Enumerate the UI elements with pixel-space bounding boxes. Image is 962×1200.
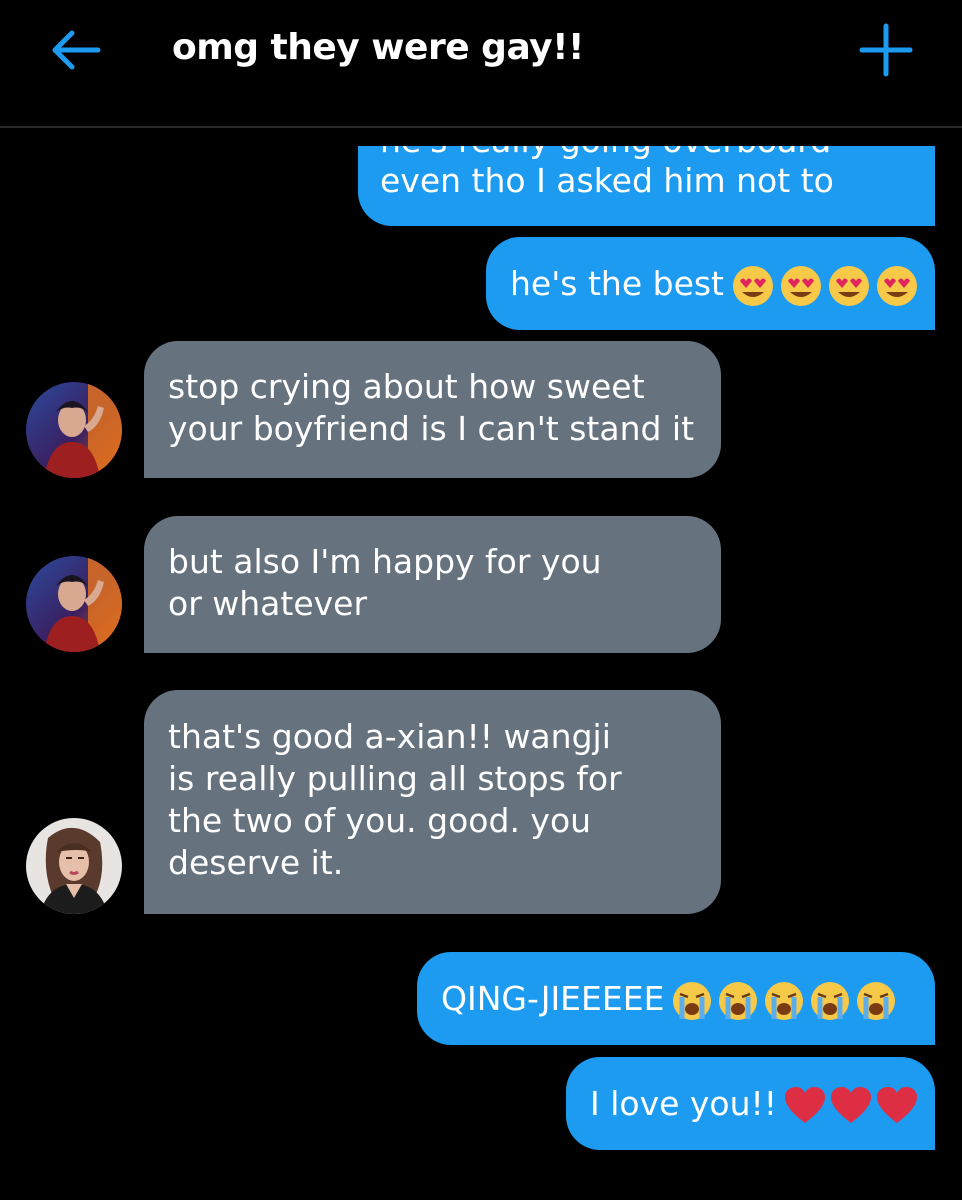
red-heart-emoji: [877, 1086, 917, 1123]
message-list[interactable]: he's really going overboard even tho I a…: [0, 128, 962, 1200]
loudly-crying-emoji: [719, 981, 758, 1020]
conversation-header: omg they were gay!!: [0, 0, 962, 128]
message-bubble-received[interactable]: that's good a-xian!! wangji is really pu…: [144, 690, 721, 914]
loudly-crying-emoji: [673, 981, 712, 1020]
message-text: I love you!!: [590, 1084, 777, 1123]
message-text-line: but also I'm happy for you: [168, 542, 602, 581]
back-button[interactable]: [50, 28, 102, 72]
message-text: QING-JIEEEEE: [441, 979, 665, 1018]
message-text-line: deserve it.: [168, 843, 344, 882]
message-text: he's the best: [510, 264, 725, 303]
message-bubble-received[interactable]: stop crying about how sweet your boyfrie…: [144, 341, 721, 478]
emoji-group: [783, 1085, 919, 1127]
avatar[interactable]: [26, 382, 122, 478]
loudly-crying-emoji: [857, 981, 896, 1020]
emoji-group: [670, 980, 898, 1022]
loudly-crying-emoji: [765, 981, 804, 1020]
message-text-line: stop crying about how sweet: [168, 367, 645, 406]
heart-eyes-emoji: [877, 265, 918, 306]
message-text-line: or whatever: [168, 584, 368, 623]
heart-eyes-emoji: [829, 265, 870, 306]
message-bubble-sent[interactable]: QING-JIEEEEE: [417, 952, 935, 1045]
message-text-line: is really pulling all stops for: [168, 759, 622, 798]
conversation-title: omg they were gay!!: [172, 27, 584, 68]
emoji-group: [730, 265, 920, 307]
loudly-crying-emoji: [811, 981, 850, 1020]
heart-eyes-emoji: [733, 265, 774, 306]
avatar[interactable]: [26, 818, 122, 914]
add-button[interactable]: [858, 22, 914, 78]
red-heart-emoji: [785, 1086, 825, 1123]
arrow-left-icon: [52, 30, 101, 70]
message-text-line: even tho I asked him not to: [380, 161, 834, 200]
message-text-line: that's good a-xian!! wangji: [168, 717, 611, 756]
message-bubble-sent[interactable]: he's really going overboard even tho I a…: [358, 146, 935, 226]
message-bubble-sent[interactable]: I love you!!: [566, 1057, 935, 1150]
message-text-line: the two of you. good. you: [168, 801, 592, 840]
heart-eyes-emoji: [781, 265, 822, 306]
plus-icon: [859, 23, 913, 77]
message-text-line: your boyfriend is I can't stand it: [168, 409, 695, 448]
avatar[interactable]: [26, 556, 122, 652]
red-heart-emoji: [831, 1086, 871, 1123]
message-bubble-received[interactable]: but also I'm happy for you or whatever: [144, 516, 721, 653]
message-bubble-sent[interactable]: he's the best: [486, 237, 935, 330]
